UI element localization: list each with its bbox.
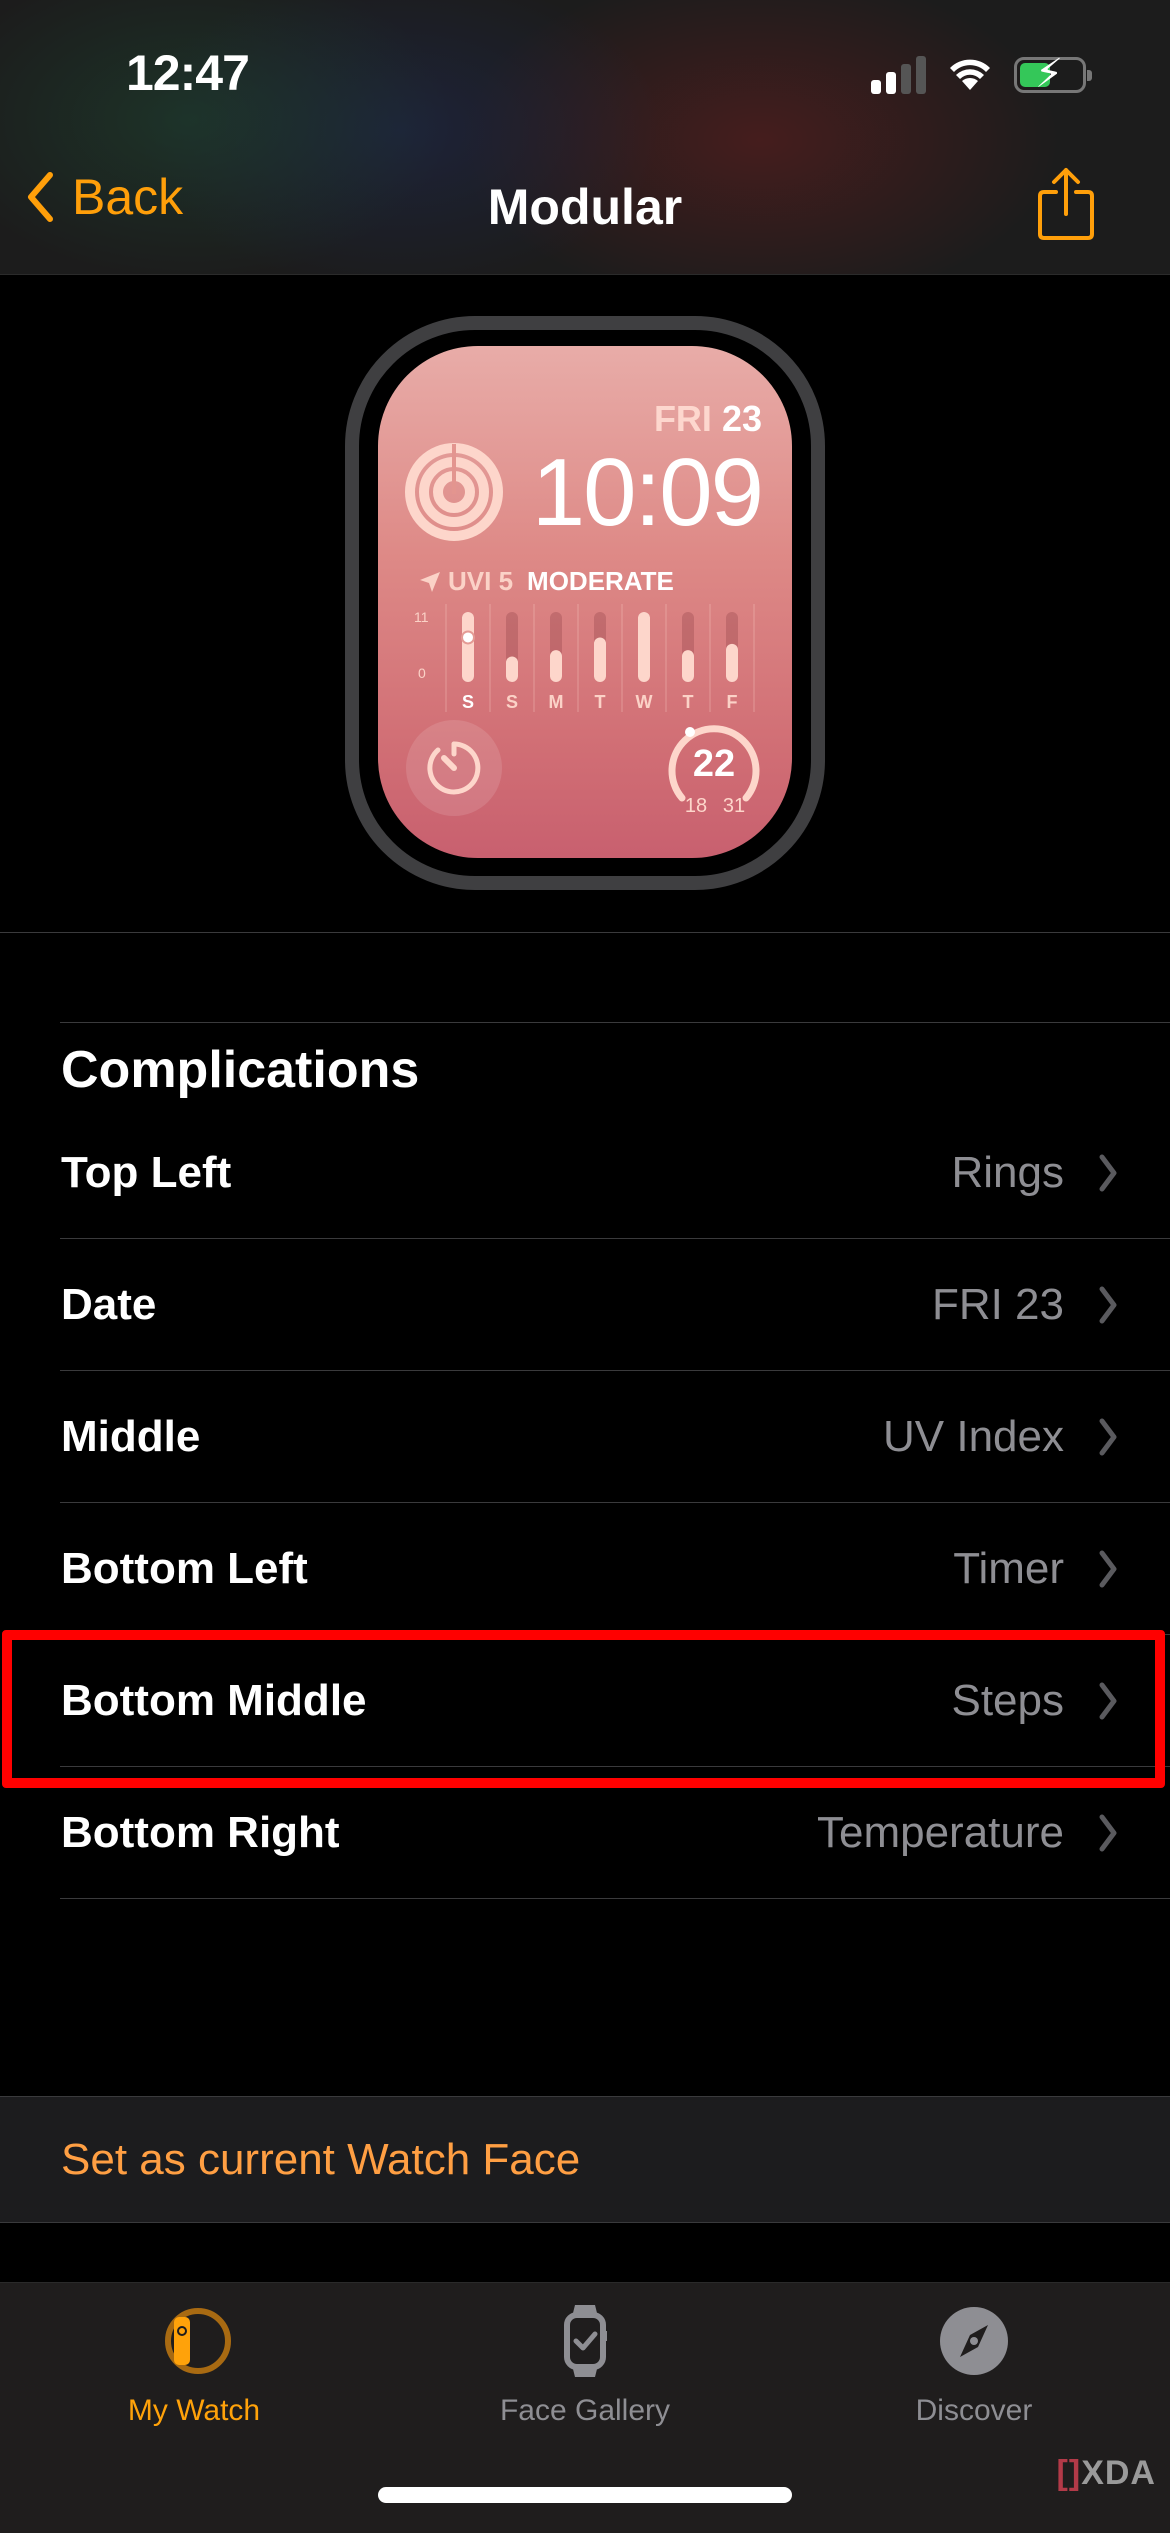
chevron-right-icon [1099,1814,1117,1852]
activity-rings-icon [405,443,503,541]
complication-row-bottom-left[interactable]: Bottom Left Timer [0,1503,1170,1635]
temperature-gauge: 22 18 31 [668,725,760,817]
uv-bar [726,643,738,682]
face-gallery-icon [564,2305,607,2377]
complication-row-date[interactable]: Date FRI 23 [0,1239,1170,1371]
timer-complication [406,720,502,816]
row-label: Date [61,1280,157,1329]
row-value: Rings [951,1148,1065,1197]
row-label: Bottom Left [61,1544,308,1593]
watch-face-preview[interactable]: FRI 23 10:09 UVI 5 MODERATE 11 0 S S M T W T F 2… [378,346,792,858]
temperature-high: 31 [723,795,745,817]
watch-day-of-week: FRI [653,398,712,439]
location-arrow-icon [420,571,440,592]
my-watch-icon [165,2308,231,2374]
x-tick-label: S [462,692,474,712]
status-time: 12:47 [126,45,250,101]
x-tick-label: M [549,692,564,712]
uv-index-label: UVI 5 [448,566,514,596]
watch-day: 23 [721,398,762,439]
uv-bar [506,656,518,682]
row-divider [60,1898,1170,1899]
current-uv-marker [461,630,475,645]
uv-forecast-chart: 11 0 S S M T W T F [414,604,755,712]
set-current-label: Set as current Watch Face [61,2135,581,2184]
tab-label: Face Gallery [499,2394,671,2427]
section-divider [60,1022,1170,1023]
signal-bar [916,56,926,94]
y-tick-label: 0 [418,665,426,681]
tab-my-watch[interactable]: My Watch [44,2301,344,2428]
uv-bar [682,650,694,682]
row-value: FRI 23 [931,1280,1064,1329]
uv-bar [594,637,606,682]
top-bar: 12:47 ⚡︎ Back Modular [0,0,1170,275]
uv-bar [638,612,650,682]
x-tick-label: T [595,692,606,712]
chevron-right-icon [1099,1550,1117,1588]
x-tick-label: F [727,692,738,712]
compass-icon [940,2307,1008,2375]
chevron-right-icon [1099,1418,1117,1456]
row-label: Top Left [61,1148,232,1197]
watch-time: 10:09 [531,439,764,546]
row-value: Steps [951,1676,1064,1725]
chevron-right-icon [1099,1286,1117,1324]
status-icons: ⚡︎ [871,52,1092,96]
row-label: Middle [61,1412,201,1461]
cellular-signal-icon [871,56,926,94]
uv-index-category: MODERATE [527,566,674,596]
row-value: Temperature [816,1808,1064,1857]
x-tick-label: T [683,692,694,712]
temperature-low: 18 [685,795,707,817]
signal-bar [871,80,881,94]
y-tick-label: 11 [414,609,429,625]
x-tick-label: S [506,692,518,712]
watch-date: FRI 23 [654,398,762,440]
row-label: Bottom Middle [61,1676,367,1725]
xda-watermark: []XDA [1057,2454,1156,2493]
page-title: Modular [487,179,683,235]
battery-cap [1087,70,1092,81]
charging-bolt-icon: ⚡︎ [1035,52,1064,96]
tab-label: Discover [915,2394,1033,2427]
complication-row-middle[interactable]: Middle UV Index [0,1371,1170,1503]
uv-bar [462,612,474,682]
xda-logo-icon: [] [1056,2454,1082,2492]
temperature-current: 22 [693,743,735,785]
chevron-right-icon [1099,1682,1117,1720]
complication-row-bottom-right[interactable]: Bottom Right Temperature [0,1767,1170,1899]
row-value: Timer [953,1544,1064,1593]
signal-bar [901,64,911,94]
battery-icon: ⚡︎ [1014,52,1092,96]
signal-bar [886,72,896,94]
tab-discover[interactable]: Discover [824,2301,1124,2428]
row-label: Bottom Right [61,1808,340,1857]
share-button[interactable] [1036,166,1096,247]
uv-index-header: UVI 5 MODERATE [418,566,674,597]
temperature-complication: 22 18 31 [664,710,764,820]
set-current-watch-face-button[interactable]: Set as current Watch Face [0,2096,1170,2223]
xda-brand: XDA [1081,2454,1156,2492]
complication-row-bottom-middle[interactable]: Bottom Middle Steps [0,1635,1170,1767]
x-tick-label: W [636,692,653,712]
share-icon [1038,168,1094,240]
timer-icon [427,741,481,795]
complications-heading: Complications [61,1041,420,1099]
tab-label: My Watch [127,2394,261,2427]
uv-bar [550,650,562,682]
complication-row-top-left[interactable]: Top Left Rings [0,1107,1170,1239]
wifi-icon [950,59,990,90]
chevron-right-icon [1099,1154,1117,1192]
section-divider [0,932,1170,933]
home-indicator[interactable] [378,2487,792,2503]
tab-face-gallery[interactable]: Face Gallery [435,2301,735,2428]
row-value: UV Index [883,1412,1064,1461]
